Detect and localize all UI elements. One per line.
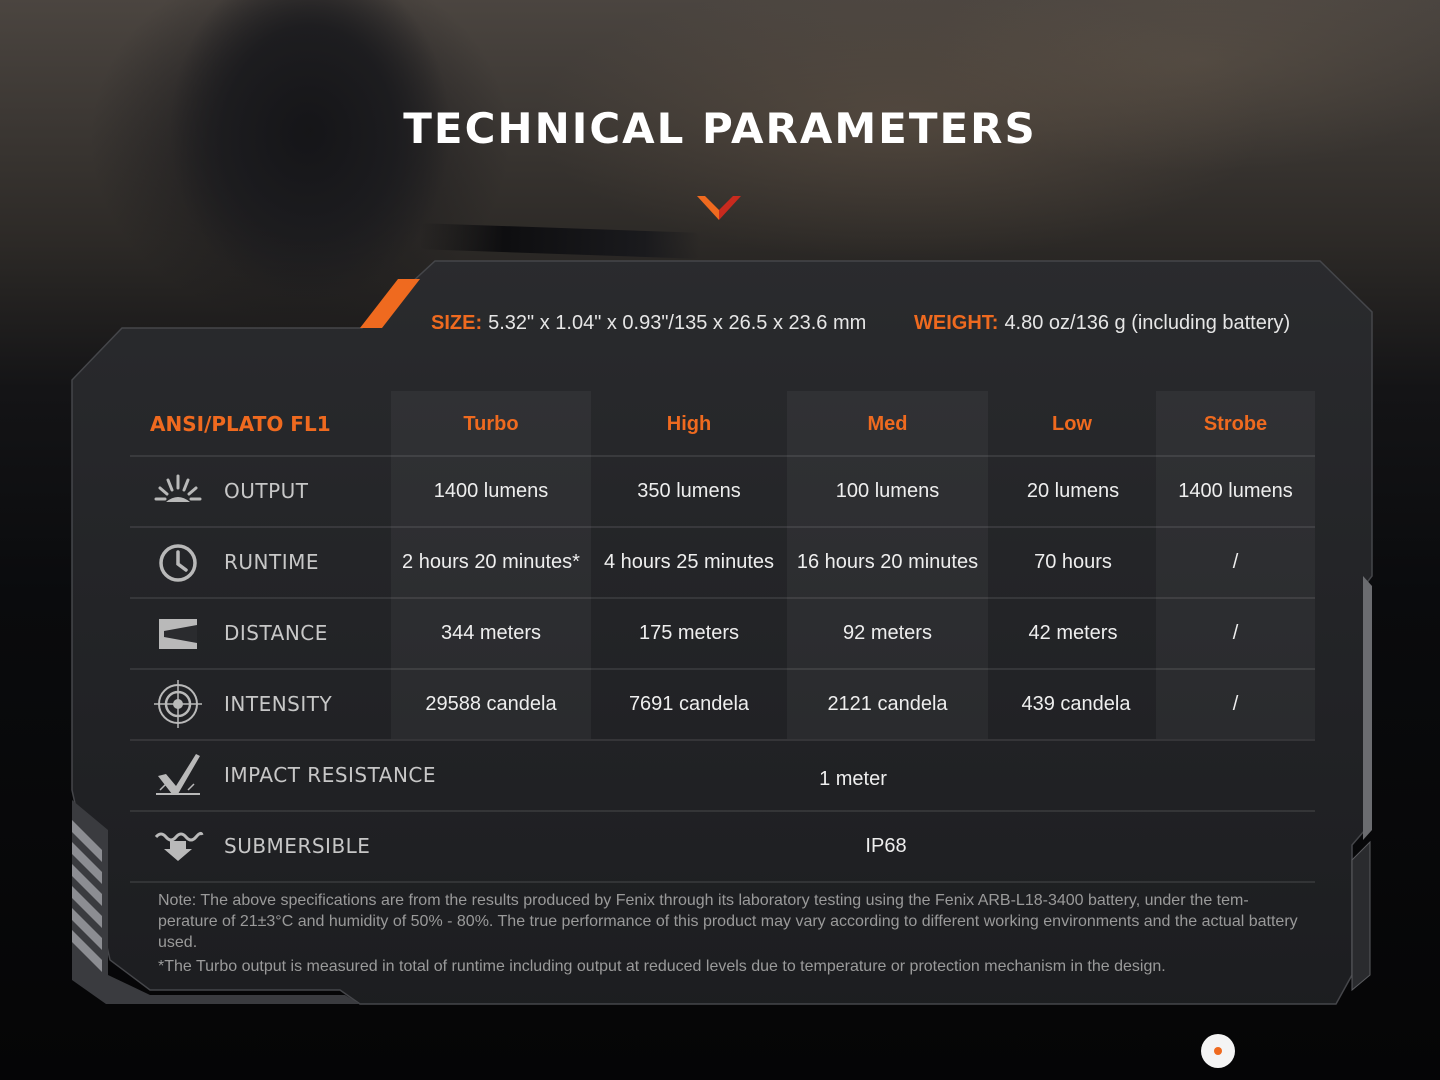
distance-high: 175 meters	[638, 622, 740, 644]
runtime-high: 4 hours 25 minutes	[603, 551, 775, 573]
intensity-high: 7691 candela	[628, 693, 750, 715]
intensity-strobe: /	[1232, 693, 1239, 715]
row-divider	[130, 597, 1315, 599]
row-divider	[130, 526, 1315, 528]
runtime-low: 70 hours	[1034, 551, 1112, 573]
target-icon	[154, 680, 202, 728]
mode-header-strobe: Strobe	[1203, 413, 1268, 435]
row-label-submersible: SUBMERSIBLE	[224, 834, 371, 858]
intensity-turbo: 29588 candela	[425, 693, 557, 715]
weight-spec: WEIGHT: 4.80 oz/136 g (including battery)	[914, 309, 1290, 337]
row-divider	[130, 810, 1315, 812]
runtime-strobe: /	[1232, 551, 1239, 573]
row-divider	[130, 739, 1315, 741]
mode-header-med: Med	[867, 413, 908, 435]
intensity-med: 2121 candela	[827, 693, 948, 715]
impact-check-icon	[156, 754, 200, 795]
intensity-low: 439 candela	[1021, 693, 1131, 715]
note-specifications: Note: The above specifications are from …	[158, 892, 1298, 951]
distance-icon	[159, 619, 197, 649]
size-value: 5.32" x 1.04" x 0.93"/135 x 26.5 x 23.6 …	[488, 312, 867, 334]
mode-header-turbo: Turbo	[463, 413, 519, 435]
output-high: 350 lumens	[637, 480, 741, 502]
output-low: 20 lumens	[1026, 480, 1120, 502]
row-label-distance: DISTANCE	[224, 621, 328, 645]
submersible-value: IP68	[865, 835, 907, 857]
weight-value: 4.80 oz/136 g (including battery)	[1004, 312, 1291, 334]
output-med: 100 lumens	[835, 480, 940, 502]
distance-med: 92 meters	[843, 622, 932, 644]
impact-value: 1 meter	[819, 768, 887, 790]
distance-low: 42 meters	[1028, 622, 1118, 644]
light-burst-icon	[154, 474, 202, 502]
row-divider	[130, 881, 1315, 883]
runtime-turbo: 2 hours 20 minutes*	[402, 551, 580, 573]
output-strobe: 1400 lumens	[1178, 480, 1293, 502]
distance-strobe: /	[1232, 622, 1239, 644]
row-label-runtime: RUNTIME	[224, 550, 320, 574]
mode-header-low: Low	[1052, 413, 1092, 435]
note-turbo: *The Turbo output is measured in total o…	[158, 958, 1166, 975]
clock-icon	[159, 544, 197, 582]
row-label-intensity: INTENSITY	[224, 692, 333, 716]
dot-icon	[1214, 1047, 1222, 1055]
output-turbo: 1400 lumens	[433, 480, 549, 502]
size-spec: SIZE: 5.32" x 1.04" x 0.93"/135 x 26.5 x …	[431, 309, 866, 337]
standard-header: ANSI/PLATO FL1	[150, 412, 331, 436]
row-divider	[130, 455, 1315, 457]
weight-label: WEIGHT:	[914, 312, 999, 334]
distance-turbo: 344 meters	[440, 622, 542, 644]
size-label: SIZE:	[431, 312, 483, 334]
water-arrow-icon	[154, 831, 204, 861]
runtime-med: 16 hours 20 minutes	[796, 551, 979, 573]
mode-header-high: High	[666, 413, 712, 435]
floating-dot-button[interactable]	[1201, 1034, 1235, 1068]
row-divider	[130, 668, 1315, 670]
row-label-output: OUTPUT	[224, 479, 309, 503]
